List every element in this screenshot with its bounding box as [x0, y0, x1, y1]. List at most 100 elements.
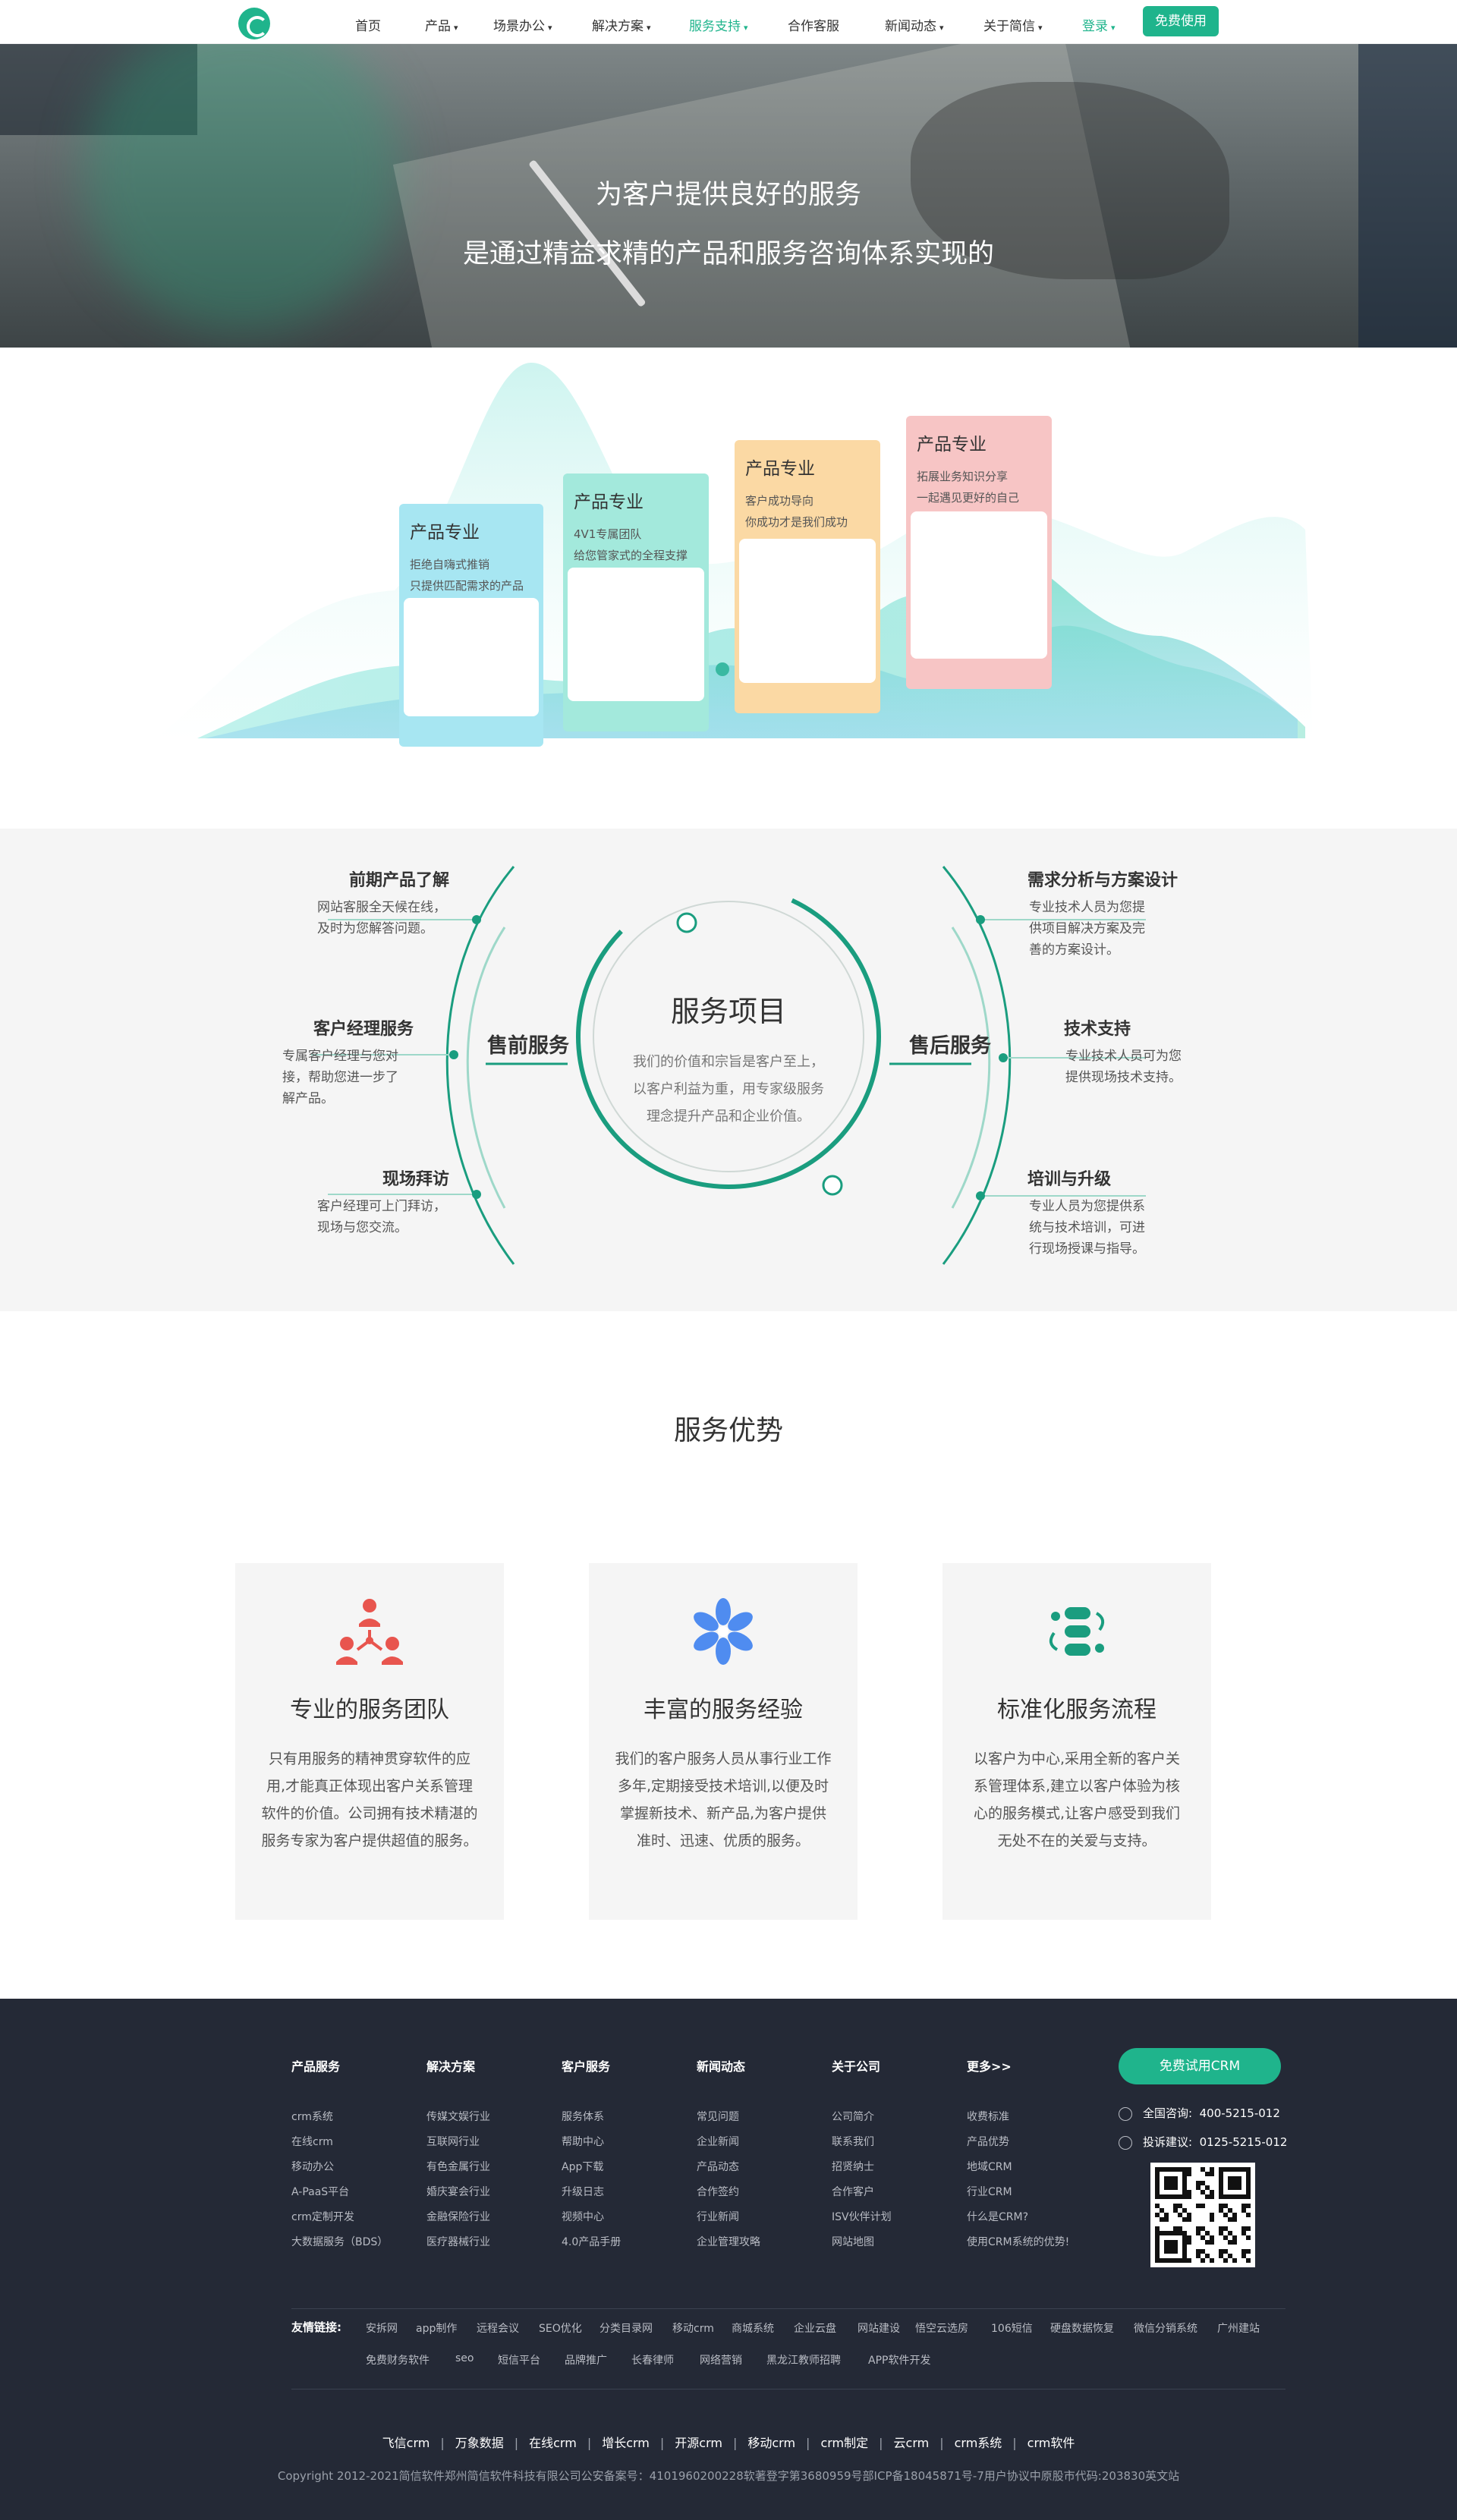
footer-link[interactable]: 什么是CRM?	[967, 2205, 1096, 2230]
friend-link[interactable]: APP软件开发	[868, 2352, 930, 2367]
footer-link[interactable]: 金融保险行业	[426, 2205, 555, 2230]
footer-link[interactable]: App下载	[562, 2155, 691, 2180]
bottom-link[interactable]: 增长crm	[602, 2436, 650, 2450]
footer-link[interactable]: 行业新闻	[697, 2205, 826, 2230]
chevron-down-icon: ▾	[647, 23, 651, 33]
footer-column: 新闻动态 常见问题 企业新闻 产品动态 合作签约 行业新闻 企业管理攻略	[697, 2056, 826, 2255]
friend-link[interactable]: 悟空云选房	[915, 2320, 968, 2336]
footer-link[interactable]: 联系我们	[832, 2130, 961, 2155]
nav-item[interactable]: 首页	[355, 15, 381, 34]
footer-link[interactable]: 帮助中心	[562, 2130, 691, 2155]
friend-link[interactable]: 安拆网	[366, 2320, 398, 2336]
bottom-link[interactable]: crm软件	[1027, 2436, 1075, 2450]
footer-link[interactable]: crm系统	[291, 2105, 420, 2130]
friend-link[interactable]: 黑龙江教师招聘	[766, 2352, 841, 2367]
footer-column: 关于公司 公司简介 联系我们 招贤纳士 合作客户 ISV伙伴计划 网站地图	[832, 2056, 961, 2255]
footer-link[interactable]: 医疗器械行业	[426, 2230, 555, 2255]
product-card-body	[404, 598, 539, 716]
footer-link[interactable]: ISV伙伴计划	[832, 2205, 961, 2230]
friend-link[interactable]: 远程会议	[477, 2320, 519, 2336]
footer-divider	[291, 2308, 1285, 2309]
footer-link[interactable]: A-PaaS平台	[291, 2180, 420, 2205]
nav-item-label: 合作客服	[788, 19, 839, 34]
footer-link[interactable]: 行业CRM	[967, 2180, 1096, 2205]
link-separator: |	[1012, 2436, 1017, 2450]
post-sales-item-title: 需求分析与方案设计	[1027, 871, 1179, 890]
friend-link[interactable]: 企业云盘	[794, 2320, 836, 2336]
footer-link[interactable]: 互联网行业	[426, 2130, 555, 2155]
bottom-link[interactable]: 云crm	[894, 2436, 930, 2450]
footer-link[interactable]: 产品动态	[697, 2155, 826, 2180]
nav-item[interactable]: 产品 ▾	[425, 15, 458, 34]
footer-link[interactable]: 4.0产品手册	[562, 2230, 691, 2255]
friend-link[interactable]: app制作	[416, 2320, 457, 2336]
footer-link[interactable]: 在线crm	[291, 2130, 420, 2155]
footer-link[interactable]: 合作客户	[832, 2180, 961, 2205]
footer-link[interactable]: 产品优势	[967, 2130, 1096, 2155]
product-card-body	[739, 539, 876, 683]
advantage-name: 专业的服务团队	[290, 1697, 449, 1723]
footer-link[interactable]: 招贤纳士	[832, 2155, 961, 2180]
footer-link[interactable]: 升级日志	[562, 2180, 691, 2205]
logo-icon[interactable]	[238, 8, 270, 39]
friend-link[interactable]: SEO优化	[539, 2320, 582, 2336]
friend-link[interactable]: seo	[455, 2352, 474, 2364]
friend-link[interactable]: 品牌推广	[565, 2352, 607, 2367]
footer-link[interactable]: 地域CRM	[967, 2155, 1096, 2180]
pre-sales-item-line: 现场与您交流。	[317, 1220, 408, 1235]
bottom-link[interactable]: 移动crm	[747, 2436, 795, 2450]
friend-link[interactable]: 网站建设	[858, 2320, 900, 2336]
product-card-title: 产品专业	[917, 435, 987, 455]
bottom-link[interactable]: crm系统	[955, 2436, 1002, 2450]
footer-link[interactable]: 视频中心	[562, 2205, 691, 2230]
friend-link[interactable]: 网络营销	[700, 2352, 742, 2367]
friend-link[interactable]: 分类目录网	[599, 2320, 653, 2336]
nav-item[interactable]: 服务支持 ▾	[689, 15, 748, 34]
footer-link[interactable]: 公司简介	[832, 2105, 961, 2130]
friend-link[interactable]: 微信分销系统	[1134, 2320, 1197, 2336]
hero-banner: 为客户提供良好的服务 是通过精益求精的产品和服务咨询体系实现的	[0, 44, 1457, 348]
friend-link[interactable]: 106短信	[991, 2320, 1033, 2336]
footer-link[interactable]: 传媒文娱行业	[426, 2105, 555, 2130]
bottom-link[interactable]: 飞信crm	[382, 2436, 430, 2450]
nav-item[interactable]: 新闻动态 ▾	[885, 15, 944, 34]
nav-item[interactable]: 场景办公 ▾	[493, 15, 552, 34]
advantage-description-line: 心的服务模式,让客户感受到我们	[973, 1805, 1181, 1822]
footer-link[interactable]: 大数据服务（BDS）	[291, 2230, 420, 2255]
footer-link[interactable]: 常见问题	[697, 2105, 826, 2130]
footer-link[interactable]: 服务体系	[562, 2105, 691, 2130]
footer-link[interactable]: 移动办公	[291, 2155, 420, 2180]
friend-link[interactable]: 移动crm	[672, 2320, 714, 2336]
login-link[interactable]: 登录 ▾	[1082, 15, 1116, 34]
footer-link[interactable]: crm定制开发	[291, 2205, 420, 2230]
footer-link[interactable]: 收费标准	[967, 2105, 1096, 2130]
nav-item[interactable]: 解决方案 ▾	[592, 15, 651, 34]
nav-item[interactable]: 关于简信 ▾	[983, 15, 1043, 34]
pre-sales-item-line: 接，帮助您进一步了	[282, 1070, 398, 1085]
bottom-link[interactable]: 开源crm	[675, 2436, 722, 2450]
footer-link[interactable]: 企业管理攻略	[697, 2230, 826, 2255]
free-trial-crm-button[interactable]: 免费试用CRM	[1119, 2048, 1281, 2084]
friend-link[interactable]: 商城系统	[732, 2320, 774, 2336]
footer-link[interactable]: 企业新闻	[697, 2130, 826, 2155]
footer-link[interactable]: 有色金属行业	[426, 2155, 555, 2180]
free-use-button[interactable]: 免费使用	[1143, 6, 1219, 36]
bottom-link[interactable]: 在线crm	[529, 2436, 577, 2450]
chevron-down-icon: ▾	[1038, 23, 1043, 33]
flower-icon	[694, 1598, 753, 1665]
friend-link[interactable]: 长春律师	[631, 2352, 674, 2367]
friend-link[interactable]: 短信平台	[498, 2352, 540, 2367]
nav-item[interactable]: 合作客服	[788, 15, 839, 34]
bottom-link[interactable]: crm制定	[820, 2436, 868, 2450]
product-card-title: 产品专业	[410, 523, 480, 543]
friend-link[interactable]: 广州建站	[1217, 2320, 1260, 2336]
bottom-link[interactable]: 万象数据	[455, 2436, 504, 2450]
link-separator: |	[440, 2436, 445, 2450]
footer-link[interactable]: 合作签约	[697, 2180, 826, 2205]
footer-link[interactable]: 使用CRM系统的优势!	[967, 2230, 1096, 2255]
footer-link[interactable]: 网站地图	[832, 2230, 961, 2255]
link-separator: |	[514, 2436, 519, 2450]
friend-link[interactable]: 硬盘数据恢复	[1050, 2320, 1114, 2336]
friend-link[interactable]: 免费财务软件	[366, 2352, 430, 2367]
footer-link[interactable]: 婚庆宴会行业	[426, 2180, 555, 2205]
